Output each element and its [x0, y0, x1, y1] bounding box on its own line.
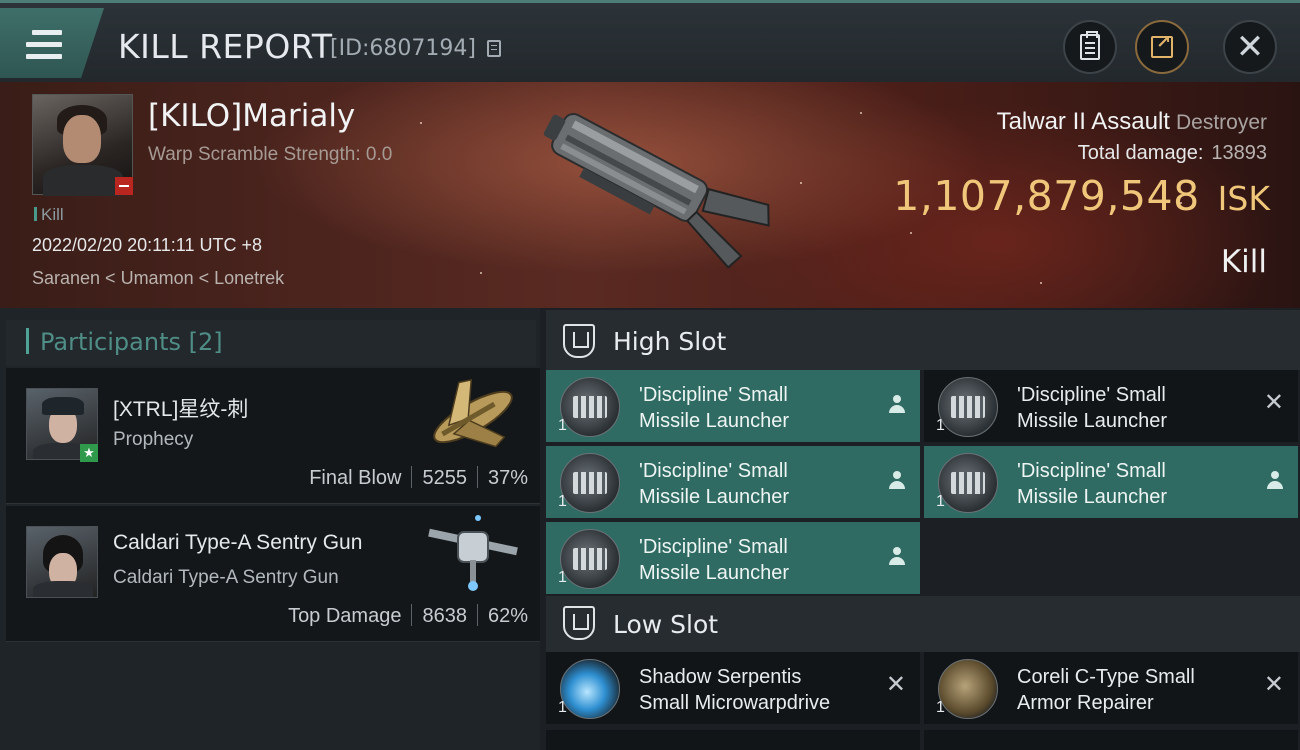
- fitted-module[interactable]: 1 'Discipline' Small Missile Launcher ✕: [924, 370, 1298, 442]
- victim-banner: [KILO]Marialy Warp Scramble Strength: 0.…: [0, 82, 1300, 308]
- isk-value-line: 1,107,879,548 ISK: [893, 172, 1270, 220]
- kill-tag: Kill: [34, 205, 64, 225]
- fitted-module[interactable]: 1 'Discipline' Small Missile Launcher: [546, 522, 920, 594]
- high-slot-icon: [563, 324, 595, 358]
- dropped-person-icon: [1266, 471, 1284, 491]
- stat-label: Final Blow: [309, 467, 402, 489]
- star-icon: ★: [80, 444, 98, 462]
- stat-percent: 62%: [487, 605, 528, 627]
- module-quantity: 1: [936, 699, 945, 716]
- stat-damage: 5255: [422, 467, 467, 489]
- low-slot-icon: [563, 606, 595, 640]
- close-button[interactable]: ✕: [1223, 20, 1277, 74]
- kill-location[interactable]: Saranen < Umamon < Lonetrek: [32, 268, 284, 289]
- module-quantity: 1: [558, 493, 567, 510]
- module-name: 'Discipline' Small Missile Launcher: [639, 384, 790, 432]
- missile-launcher-icon: [560, 377, 620, 437]
- ship-name[interactable]: Talwar II Assault: [997, 108, 1170, 135]
- missile-launcher-icon: [560, 529, 620, 589]
- dropped-person-icon: [888, 547, 906, 567]
- participant-ship-image[interactable]: [418, 510, 528, 600]
- module-name: Shadow Serpentis Small Microwarpdrive: [639, 666, 831, 714]
- kill-time: 2022/02/20 20:11:11 UTC +8: [32, 235, 263, 255]
- module-name: 'Discipline' Small Missile Launcher: [1017, 460, 1168, 508]
- clipboard-icon: [1080, 31, 1100, 60]
- module-quantity: 1: [558, 569, 567, 586]
- ship-class: Destroyer: [1175, 111, 1267, 134]
- fitted-module[interactable]: 1 'Discipline' Small Missile Launcher: [924, 446, 1298, 518]
- module-name: Coreli C-Type Small Armor Repairer: [1017, 666, 1195, 714]
- participant-stats: Top Damage 8638 62%: [288, 604, 528, 628]
- victim-name[interactable]: [KILO]Marialy: [148, 98, 355, 134]
- fitted-module[interactable]: 1 Coreli C-Type Small Armor Repairer ✕: [924, 652, 1298, 724]
- high-slot-title: High Slot: [613, 327, 727, 356]
- participant-ship: Prophecy: [113, 429, 194, 450]
- standing-minus-icon: [115, 177, 133, 195]
- isk-value: 1,107,879,548: [893, 172, 1200, 220]
- module-quantity: 1: [936, 417, 945, 434]
- low-slot-header: Low Slot: [546, 596, 1300, 652]
- low-slot-title: Low Slot: [613, 610, 719, 639]
- stat-label: Top Damage: [288, 605, 402, 627]
- total-damage: Total damage: 13893: [1078, 142, 1267, 165]
- destroyed-x-icon: ✕: [1263, 388, 1284, 416]
- participant-portrait[interactable]: [26, 526, 98, 598]
- missile-launcher-icon: [938, 453, 998, 513]
- dropped-person-icon: [888, 471, 906, 491]
- share-button[interactable]: [1135, 20, 1189, 74]
- page-title: KILL REPORT: [118, 27, 333, 66]
- module-name: 'Discipline' Small Missile Launcher: [639, 536, 790, 584]
- report-id: [ID:6807194]: [330, 36, 476, 61]
- module-quantity: 1: [558, 699, 567, 716]
- participant-row[interactable]: Caldari Type-A Sentry Gun Caldari Type-A…: [6, 506, 540, 642]
- total-damage-label: Total damage:: [1077, 142, 1204, 164]
- armor-repairer-icon: [938, 659, 998, 719]
- clipboard-button[interactable]: [1063, 20, 1117, 74]
- destroyed-x-icon: ✕: [1263, 670, 1284, 698]
- fitted-module[interactable]: 1 'Discipline' Small Missile Launcher: [546, 446, 920, 518]
- warp-scramble-text: Warp Scramble Strength: 0.0: [148, 144, 393, 165]
- participant-ship-image[interactable]: [418, 372, 528, 462]
- fitted-module[interactable]: 1 'Discipline' Small Missile Launcher: [546, 370, 920, 442]
- fitted-module-partial[interactable]: [924, 730, 1298, 750]
- module-quantity: 1: [558, 417, 567, 434]
- participant-stats: Final Blow 5255 37%: [309, 466, 528, 490]
- menu-icon: [26, 30, 62, 60]
- module-quantity: 1: [936, 493, 945, 510]
- participants-header: Participants [2]: [6, 320, 536, 366]
- missile-launcher-icon: [560, 453, 620, 513]
- isk-unit: ISK: [1217, 179, 1270, 218]
- participant-row[interactable]: ★ [XTRL]星纹-刺 Prophecy Final Blow 5255 37%: [6, 368, 540, 504]
- stat-damage: 8638: [422, 605, 467, 627]
- stat-percent: 37%: [487, 467, 528, 489]
- high-slot-header: High Slot: [546, 310, 1300, 370]
- victim-ship-line: Talwar II Assault Destroyer: [997, 108, 1267, 136]
- module-name: 'Discipline' Small Missile Launcher: [1017, 384, 1168, 432]
- microwarpdrive-icon: [560, 659, 620, 719]
- share-icon: [1151, 32, 1173, 58]
- destroyed-x-icon: ✕: [885, 670, 906, 698]
- fitted-module-partial[interactable]: [546, 730, 920, 750]
- victim-ship-image[interactable]: [520, 88, 780, 298]
- menu-button[interactable]: [0, 8, 104, 78]
- total-damage-value: 13893: [1211, 142, 1267, 164]
- participants-title: Participants [2]: [40, 328, 223, 356]
- participant-name[interactable]: [XTRL]星纹-刺: [113, 393, 248, 423]
- missile-launcher-icon: [938, 377, 998, 437]
- dropped-person-icon: [888, 395, 906, 415]
- result-label: Kill: [1220, 244, 1267, 280]
- header-bar: KILL REPORT [ID:6807194] ✕: [0, 0, 1300, 82]
- participant-name[interactable]: Caldari Type-A Sentry Gun: [113, 531, 362, 555]
- copy-icon[interactable]: [487, 40, 501, 57]
- close-icon: ✕: [1235, 27, 1265, 67]
- fitted-module[interactable]: 1 Shadow Serpentis Small Microwarpdrive ✕: [546, 652, 920, 724]
- module-name: 'Discipline' Small Missile Launcher: [639, 460, 790, 508]
- participants-panel: Participants [2] ★ [XTRL]星纹-刺 Prophecy F…: [0, 308, 540, 750]
- participant-ship: Caldari Type-A Sentry Gun: [113, 567, 339, 588]
